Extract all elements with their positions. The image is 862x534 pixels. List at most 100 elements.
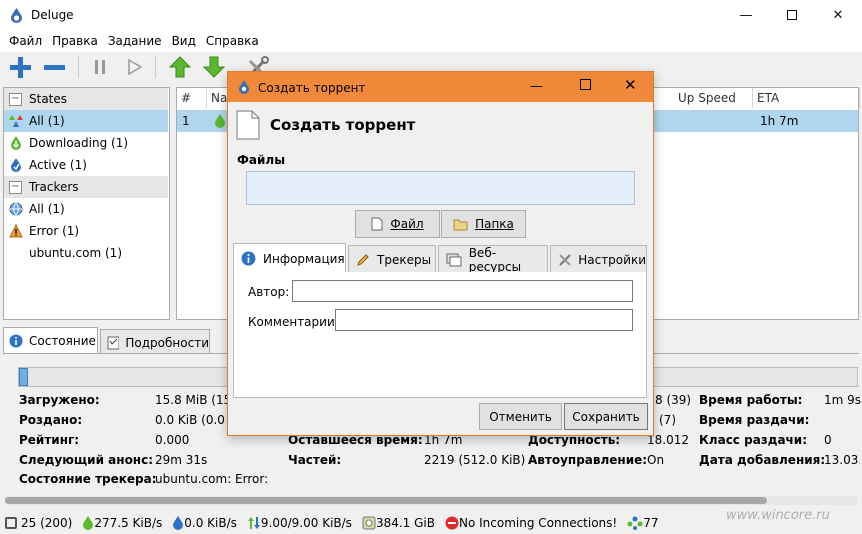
sidebar-states-header[interactable]: − States <box>4 88 168 110</box>
detail-label: Дата добавления: <box>699 453 826 467</box>
dialog-maximize-button[interactable] <box>580 79 591 90</box>
add-torrent-button[interactable] <box>6 53 34 81</box>
warning-icon <box>9 224 23 238</box>
no-entry-icon <box>445 516 459 529</box>
close-button[interactable]: ✕ <box>815 0 861 30</box>
sidebar-item-label: All (1) <box>29 114 65 128</box>
cancel-button[interactable]: Отменить <box>479 403 562 430</box>
detail-value: ubuntu.com: Error: <box>155 472 269 486</box>
sidebar-item-all[interactable]: All (1) <box>4 110 168 132</box>
collapse-icon: − <box>9 92 22 106</box>
column-header-up-speed[interactable]: Up Speed <box>674 88 753 108</box>
tab-webseeds[interactable]: Веб-ресурсы <box>438 245 548 274</box>
tab-label: Трекеры <box>377 252 432 267</box>
comments-input[interactable] <box>335 309 633 331</box>
sidebar-item-ubuntu[interactable]: ubuntu.com (1) <box>4 242 168 264</box>
menu-edit[interactable]: Правка <box>47 34 103 48</box>
dialog-close-button[interactable]: ✕ <box>624 76 637 94</box>
menu-file[interactable]: Файл <box>4 34 47 48</box>
detail-label: Состояние трекера: <box>19 472 157 486</box>
create-torrent-dialog: Создать торрент — ✕ Создать торрент Файл… <box>227 71 654 436</box>
menu-torrent[interactable]: Задание <box>103 34 167 48</box>
detail-value: 2219 (512.0 KiB) <box>424 453 526 467</box>
detail-value: 0 <box>824 433 832 447</box>
active-icon <box>11 158 21 172</box>
status-protocol-traffic[interactable]: 9.00/9.00 KiB/s <box>247 516 352 530</box>
files-list[interactable] <box>246 171 635 205</box>
resume-button[interactable] <box>120 53 148 81</box>
remove-torrent-button[interactable] <box>40 53 68 81</box>
add-folder-button[interactable]: Папка <box>441 210 526 238</box>
disk-icon <box>362 516 376 529</box>
detail-label: Время работы: <box>699 393 803 407</box>
globe-icon <box>9 202 23 216</box>
status-download-speed[interactable]: 277.5 KiB/s <box>82 515 162 530</box>
status-dht[interactable]: 77 <box>627 516 659 530</box>
row-eta: 1h 7m <box>760 114 799 128</box>
window-titlebar: Deluge — ✕ <box>0 0 862 30</box>
sidebar-trackers-header[interactable]: − Trackers <box>4 176 168 198</box>
free-space-text: 384.1 GiB <box>375 515 435 530</box>
dialog-heading: Создать торрент <box>270 116 416 134</box>
file-icon <box>371 217 383 231</box>
queue-up-button[interactable] <box>166 53 194 81</box>
progress-fill <box>19 368 28 386</box>
sidebar-item-active[interactable]: Active (1) <box>4 154 168 176</box>
close-icon: ✕ <box>832 7 844 23</box>
sidebar-item-trackers-all[interactable]: All (1) <box>4 198 168 220</box>
column-header-eta[interactable]: ETA <box>753 88 860 108</box>
queue-down-button[interactable] <box>200 53 228 81</box>
minus-icon <box>44 65 65 70</box>
tab-label: Информация <box>263 251 345 266</box>
cancel-button-label: Отменить <box>489 409 552 424</box>
add-file-button[interactable]: Файл <box>355 210 440 238</box>
dialog-title: Создать торрент <box>258 81 366 95</box>
save-button-label: Сохранить <box>572 409 640 424</box>
pause-button[interactable] <box>86 53 114 81</box>
tab-trackers[interactable]: Трекеры <box>348 245 436 273</box>
status-connections[interactable]: 25 (200) <box>0 516 72 530</box>
detail-value: 1m 9s <box>824 393 862 407</box>
tab-info[interactable]: Информация <box>233 243 346 273</box>
detail-value: 29m 31s <box>155 453 208 467</box>
tab-label: Настройки <box>578 252 646 267</box>
tab-details[interactable]: Подробности <box>100 329 210 355</box>
horizontal-scrollbar[interactable] <box>5 496 857 505</box>
author-input[interactable] <box>292 280 633 302</box>
status-free-space[interactable]: 384.1 GiB <box>362 516 435 530</box>
maximize-icon <box>787 10 797 20</box>
tab-label: Подробности <box>125 335 209 350</box>
new-document-icon <box>236 110 260 140</box>
document-icon <box>107 336 120 349</box>
incoming-text: No Incoming Connections! <box>458 515 618 530</box>
network-icon <box>5 516 17 529</box>
detail-label: Рейтинг: <box>19 433 80 447</box>
scrollbar-thumb[interactable] <box>5 497 767 504</box>
watermark: www.wincore.ru <box>726 508 830 523</box>
toolbar-separator <box>155 56 156 78</box>
detail-value: 13.03. <box>824 453 860 467</box>
sidebar-item-label: ubuntu.com (1) <box>29 246 122 260</box>
menu-help[interactable]: Справка <box>201 34 264 48</box>
minimize-button[interactable]: — <box>723 0 769 30</box>
column-header-number[interactable]: # <box>177 88 207 108</box>
sidebar-item-downloading[interactable]: Downloading (1) <box>4 132 168 154</box>
window-title: Deluge <box>31 8 74 22</box>
tab-status[interactable]: Состояние <box>3 327 98 354</box>
sidebar-item-label: Downloading (1) <box>29 136 129 150</box>
toolbar-separator <box>78 56 79 78</box>
pencil-icon <box>357 253 369 266</box>
status-upload-speed[interactable]: 0.0 KiB/s <box>172 515 237 530</box>
detail-value: On <box>647 453 665 467</box>
deluge-app-icon <box>11 8 22 23</box>
maximize-button[interactable] <box>769 0 815 30</box>
menu-view[interactable]: Вид <box>167 34 201 48</box>
dialog-minimize-button[interactable]: — <box>530 79 543 94</box>
sidebar-item-error[interactable]: Error (1) <box>4 220 168 242</box>
detail-value: 15.8 MiB (15. <box>155 393 236 407</box>
save-button[interactable]: Сохранить <box>564 403 648 430</box>
tab-options[interactable]: Настройки <box>550 245 647 273</box>
play-icon <box>128 58 143 76</box>
status-incoming[interactable]: No Incoming Connections! <box>445 516 617 530</box>
collapse-icon: − <box>9 180 22 194</box>
